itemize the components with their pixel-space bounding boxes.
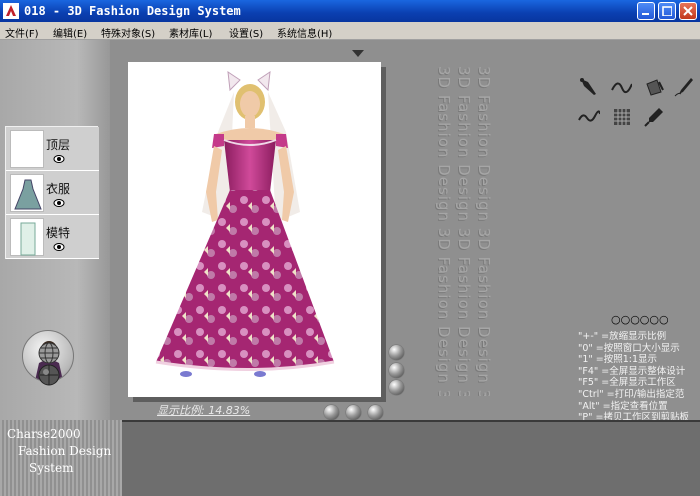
layer-thumbnail bbox=[10, 218, 44, 256]
wireframe-sphere-button[interactable] bbox=[38, 342, 60, 364]
menu-edit[interactable]: 编辑(E) bbox=[53, 25, 87, 40]
canvas-scroll-button-1[interactable] bbox=[389, 345, 404, 360]
canvas-scroll-button-2[interactable] bbox=[389, 363, 404, 378]
layer-label: 模特 bbox=[46, 226, 71, 240]
canvas-nav-button-3[interactable] bbox=[368, 405, 383, 420]
menu-settings[interactable]: 设置(S) bbox=[229, 25, 263, 40]
status-area bbox=[122, 420, 700, 496]
title-bar: 018 - 3D Fashion Design System bbox=[0, 0, 700, 22]
menu-special-objects[interactable]: 特殊对象(S) bbox=[101, 25, 155, 40]
pen-tool-icon[interactable] bbox=[578, 76, 600, 98]
shaded-sphere-button[interactable] bbox=[38, 364, 60, 386]
brand-line-1: Charse2000 bbox=[7, 427, 81, 441]
help-line: "Alt" =指定查看位置 bbox=[578, 400, 668, 412]
menu-file[interactable]: 文件(F) bbox=[5, 25, 39, 40]
help-line: "Ctrl" =打印/输出指定范 bbox=[578, 388, 685, 400]
menu-material-library[interactable]: 素材库(L) bbox=[169, 25, 212, 40]
brand-line-3: System bbox=[29, 461, 74, 475]
design-canvas[interactable] bbox=[128, 62, 381, 397]
watermark-text: 3D Fashion Design 3D Fashion Design 3D F… bbox=[455, 66, 473, 396]
help-line: "F5" =全屏显示工作区 bbox=[578, 377, 676, 389]
dress-thumbnail-icon bbox=[14, 179, 42, 210]
canvas-scroll-button-3[interactable] bbox=[389, 380, 404, 395]
minimize-icon bbox=[642, 13, 649, 15]
window-title: 018 - 3D Fashion Design System bbox=[24, 4, 241, 18]
menu-bar: 文件(F) 编辑(E) 特殊对象(S) 素材库(L) 设置(S) 系统信息(H) bbox=[0, 22, 700, 40]
layer-row-top[interactable]: 顶层 bbox=[6, 127, 99, 171]
maximize-button[interactable] bbox=[658, 2, 676, 20]
close-button[interactable] bbox=[679, 2, 697, 20]
brand-line-2: Fashion Design bbox=[18, 444, 112, 458]
menu-system-info[interactable]: 系统信息(H) bbox=[277, 25, 332, 40]
eyedropper-icon[interactable] bbox=[643, 106, 665, 128]
brand-text: Charse2000 Fashion Design System bbox=[0, 420, 122, 477]
fashion-model-figure bbox=[155, 70, 335, 377]
curve-icon[interactable] bbox=[610, 76, 632, 98]
brush-icon[interactable] bbox=[673, 76, 695, 98]
canvas-nav-button-2[interactable] bbox=[346, 405, 361, 420]
layer-thumbnail bbox=[10, 174, 44, 212]
wave-icon[interactable] bbox=[578, 106, 600, 128]
eye-icon[interactable] bbox=[53, 242, 65, 252]
wireframe-sphere-icon bbox=[38, 342, 60, 364]
canvas-nav-button-1[interactable] bbox=[324, 405, 339, 420]
help-line: "0" =按照窗口大小显示 bbox=[578, 342, 680, 354]
fill-icon[interactable] bbox=[643, 76, 665, 98]
eye-icon[interactable] bbox=[53, 198, 65, 208]
shortcut-help: "+-" =放缩显示比例 "0" =按照窗口大小显示 "1" =按照1:1显示 … bbox=[578, 331, 700, 423]
help-dots: ○○○○○○ bbox=[611, 313, 669, 326]
model-thumbnail-icon bbox=[20, 222, 36, 256]
layer-row-model[interactable]: 模特 bbox=[6, 215, 99, 259]
watermark-text: 3D Fashion Design 3D Fashion Design 3D F… bbox=[475, 66, 493, 396]
layer-label: 衣服 bbox=[46, 182, 71, 196]
maximize-icon bbox=[662, 6, 672, 16]
close-icon bbox=[683, 6, 693, 16]
app-icon bbox=[3, 3, 19, 19]
watermark-text: 3D Fashion Design 3D Fashion Design 3D F… bbox=[435, 66, 453, 396]
layer-thumbnail bbox=[10, 130, 44, 168]
layer-row-clothes[interactable]: 衣服 bbox=[6, 171, 99, 215]
shaded-sphere-icon bbox=[38, 364, 60, 386]
scroll-up-arrow-icon[interactable] bbox=[352, 50, 364, 57]
help-line: "1" =按照1:1显示 bbox=[578, 354, 658, 366]
minimize-button[interactable] bbox=[637, 2, 655, 20]
help-line: "+-" =放缩显示比例 bbox=[578, 331, 667, 342]
brand-panel: Charse2000 Fashion Design System bbox=[0, 420, 122, 496]
layer-list: 顶层 衣服 模特 bbox=[5, 126, 99, 259]
help-line: "F4" =全屏显示整体设计 bbox=[578, 365, 686, 377]
layer-label: 顶层 bbox=[46, 138, 71, 152]
grid-icon[interactable] bbox=[611, 106, 633, 128]
zoom-scale-label: 显示比例: 14.83% bbox=[157, 404, 251, 417]
left-panel: 顶层 衣服 模特 bbox=[0, 40, 110, 420]
eye-icon[interactable] bbox=[53, 154, 65, 164]
